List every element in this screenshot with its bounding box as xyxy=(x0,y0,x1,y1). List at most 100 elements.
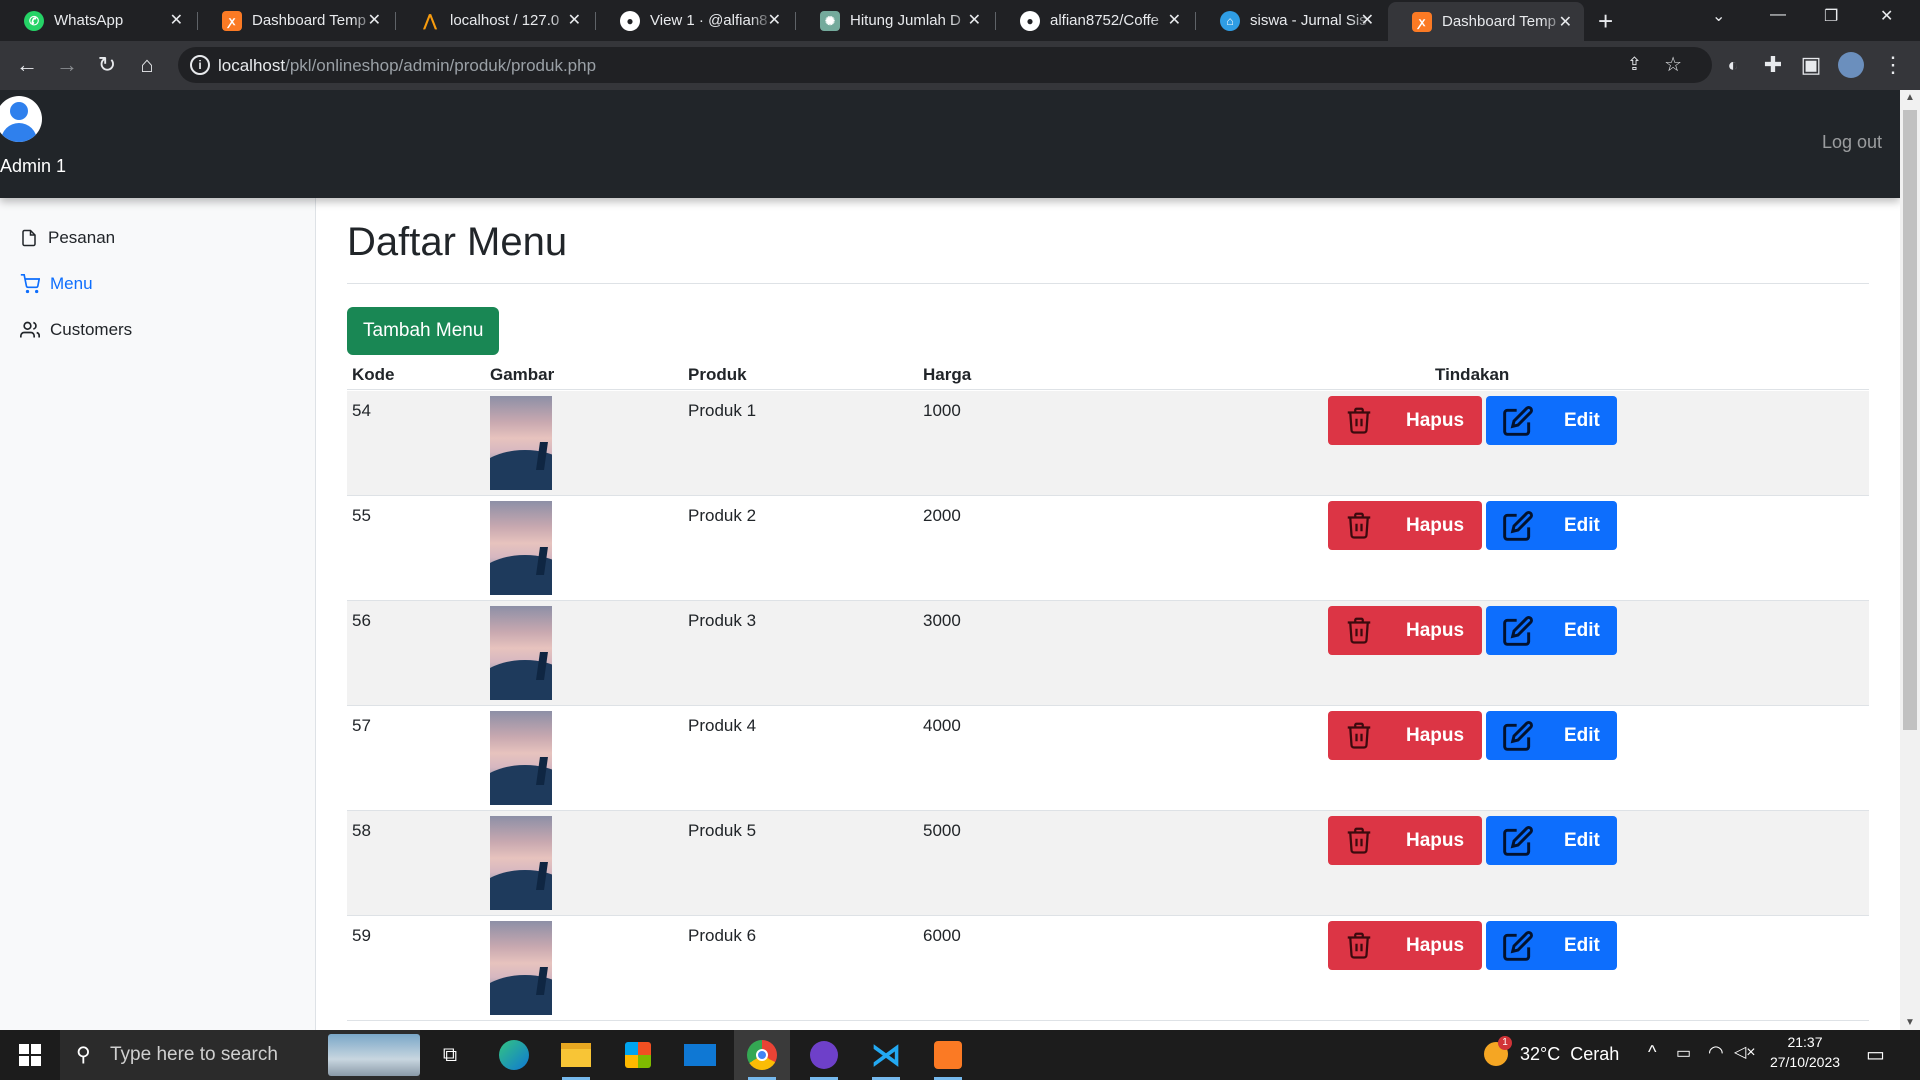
tab-search-icon[interactable]: ⌄ xyxy=(1712,6,1725,26)
edit-button[interactable]: Edit xyxy=(1486,816,1617,865)
chatgpt-icon: ✺ xyxy=(820,10,840,31)
delete-button[interactable]: Hapus xyxy=(1328,711,1482,760)
back-icon[interactable]: ← xyxy=(14,52,40,78)
reload-icon[interactable]: ↻ xyxy=(94,52,120,78)
close-window-icon[interactable]: ✕ xyxy=(1880,6,1893,26)
chrome-icon[interactable] xyxy=(734,1030,790,1080)
delete-button[interactable]: Hapus xyxy=(1328,396,1482,445)
profile-avatar[interactable] xyxy=(1838,52,1864,78)
trash-icon xyxy=(1347,932,1371,959)
close-icon[interactable]: ✕ xyxy=(170,10,183,30)
edit-icon xyxy=(1503,826,1533,856)
weather-widget[interactable]: 1 32°C Cerah xyxy=(1484,1036,1619,1066)
cart-icon xyxy=(20,274,40,294)
taskbar-search-box[interactable]: ⚲ Type here to search xyxy=(60,1030,420,1080)
bookmark-star-icon[interactable]: ☆ xyxy=(1664,52,1682,77)
cell-harga: 1000 xyxy=(923,401,961,420)
edit-button[interactable]: Edit xyxy=(1486,606,1617,655)
xampp-taskbar-icon[interactable] xyxy=(920,1030,976,1080)
tab-jurnal-siswa[interactable]: ⌂ siswa - Jurnal Sis ✕ xyxy=(1196,0,1386,41)
page-scrollbar[interactable]: ▲ ▼ xyxy=(1900,90,1920,1030)
cell-produk: Produk 4 xyxy=(688,716,757,735)
side-panel-icon[interactable]: ▣ xyxy=(1798,52,1824,78)
wifi-icon[interactable]: ◠ xyxy=(1708,1042,1724,1063)
battery-icon[interactable]: ▭ xyxy=(1676,1043,1691,1063)
tab-dashboard-active[interactable]: ꭗ Dashboard Temp ✕ xyxy=(1388,2,1584,41)
delete-button[interactable]: Hapus xyxy=(1328,921,1482,970)
mail-icon[interactable] xyxy=(672,1030,728,1080)
sidebar-item-menu[interactable]: Menu xyxy=(20,274,93,294)
home-icon[interactable]: ⌂ xyxy=(134,52,160,78)
volume-icon[interactable]: ◁× xyxy=(1734,1042,1756,1062)
logout-link[interactable]: Log out xyxy=(1822,132,1882,153)
tab-title: Hitung Jumlah D xyxy=(850,12,961,29)
sidebar-item-pesanan[interactable]: Pesanan xyxy=(20,228,115,248)
show-hidden-icons[interactable]: ^ xyxy=(1648,1042,1656,1063)
scroll-up-icon[interactable]: ▲ xyxy=(1905,92,1915,103)
weather-badge: 1 xyxy=(1498,1036,1512,1050)
forward-icon[interactable]: → xyxy=(54,52,80,78)
minimize-icon[interactable]: — xyxy=(1770,6,1786,24)
tab-phpmyadmin[interactable]: ⋀ localhost / 127.0 ✕ xyxy=(396,0,593,41)
xampp-icon: ꭗ xyxy=(1412,11,1432,32)
close-icon[interactable]: ✕ xyxy=(968,10,981,30)
close-icon[interactable]: ✕ xyxy=(1559,12,1572,32)
vscode-icon[interactable]: ⋊ xyxy=(858,1030,914,1080)
edit-icon xyxy=(1503,721,1533,751)
address-bar[interactable]: i localhost/pkl/onlineshop/admin/produk/… xyxy=(178,47,1712,83)
close-icon[interactable]: ✕ xyxy=(368,10,381,30)
edit-icon xyxy=(1503,931,1533,961)
tab-github-view[interactable]: ● View 1 · @alfian8 ✕ xyxy=(596,0,793,41)
microsoft-store-icon[interactable] xyxy=(610,1030,666,1080)
browser-menu-icon[interactable]: ⋮ xyxy=(1880,52,1906,78)
sidebar-item-customers[interactable]: Customers xyxy=(20,320,132,340)
weather-icon: 1 xyxy=(1484,1036,1512,1066)
delete-label: Hapus xyxy=(1406,514,1465,536)
delete-label: Hapus xyxy=(1406,409,1465,431)
cell-kode: 55 xyxy=(352,506,371,525)
delete-button[interactable]: Hapus xyxy=(1328,816,1482,865)
product-image xyxy=(490,501,552,595)
close-icon[interactable]: ✕ xyxy=(768,10,781,30)
scrollbar-thumb[interactable] xyxy=(1903,110,1917,730)
github-desktop-icon[interactable] xyxy=(796,1030,852,1080)
close-icon[interactable]: ✕ xyxy=(568,10,581,30)
notifications-icon[interactable]: ▭ xyxy=(1866,1042,1885,1067)
close-icon[interactable]: ✕ xyxy=(1361,10,1374,30)
cell-produk: Produk 5 xyxy=(688,821,757,840)
delete-label: Hapus xyxy=(1406,619,1465,641)
column-header-kode: Kode xyxy=(352,365,395,384)
close-icon[interactable]: ✕ xyxy=(1168,10,1181,30)
file-explorer-icon[interactable] xyxy=(548,1030,604,1080)
new-tab-icon[interactable]: + xyxy=(1598,6,1613,37)
restore-icon[interactable]: ❐ xyxy=(1824,6,1838,26)
edit-button[interactable]: Edit xyxy=(1486,396,1617,445)
share-icon[interactable]: ⇪ xyxy=(1627,54,1642,75)
extension-circle-icon[interactable]: ◐ xyxy=(1720,52,1746,78)
add-menu-button[interactable]: Tambah Menu xyxy=(347,307,500,355)
tab-github-coffee[interactable]: ● alfian8752/Coffe ✕ xyxy=(996,0,1193,41)
edit-button[interactable]: Edit xyxy=(1486,501,1617,550)
delete-button[interactable]: Hapus xyxy=(1328,501,1482,550)
edit-button[interactable]: Edit xyxy=(1486,921,1617,970)
clock[interactable]: 21:37 27/10/2023 xyxy=(1768,1034,1842,1070)
cell-produk: Produk 2 xyxy=(688,506,757,525)
file-icon xyxy=(22,229,36,247)
delete-button[interactable]: Hapus xyxy=(1328,606,1482,655)
task-view-icon[interactable]: ⧉ xyxy=(422,1030,478,1080)
scroll-down-icon[interactable]: ▼ xyxy=(1905,1017,1915,1028)
tab-chatgpt[interactable]: ✺ Hitung Jumlah D ✕ xyxy=(796,0,993,41)
tab-whatsapp[interactable]: ✆ WhatsApp ✕ xyxy=(0,0,195,41)
tab-dashboard-1[interactable]: ꭗ Dashboard Temp ✕ xyxy=(198,0,393,41)
edit-button[interactable]: Edit xyxy=(1486,711,1617,760)
edge-icon[interactable] xyxy=(486,1030,542,1080)
table-row: 55 Produk 2 2000 Hapus Edit xyxy=(347,496,1869,601)
extensions-puzzle-icon[interactable]: ✚ xyxy=(1760,52,1786,78)
table-row: 54 Produk 1 1000 Hapus Edit xyxy=(347,391,1869,496)
info-icon[interactable]: i xyxy=(190,55,210,75)
cell-harga: 2000 xyxy=(923,506,961,525)
url-text[interactable]: localhost/pkl/onlineshop/admin/produk/pr… xyxy=(218,56,596,76)
table-row: 59 Produk 6 6000 Hapus Edit xyxy=(347,916,1869,1021)
windows-start-icon[interactable] xyxy=(2,1030,58,1080)
product-image xyxy=(490,711,552,805)
